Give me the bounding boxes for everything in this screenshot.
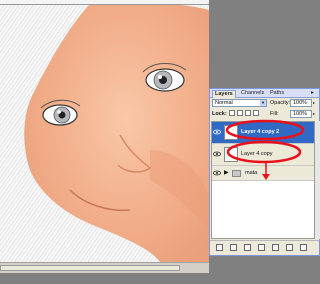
fx-icon[interactable] [230,244,237,251]
layers-list: Layer 4 copy 2 Layer 4 copy ▶ mata [211,121,315,239]
lock-label: Lock: [212,111,227,117]
layer-name: Layer 4 copy 2 [241,129,280,135]
tab-channels[interactable]: Channels [239,90,266,97]
blend-mode-value: Normal [215,100,233,106]
opacity-slider-icon[interactable]: ▸ [313,100,315,105]
panel-bottom-bar [210,240,319,255]
horizontal-scrollbar[interactable] [0,262,209,273]
fill-label: Fill: [270,111,279,117]
layer-group-mata[interactable]: ▶ mata [212,166,314,181]
panel-tabs: Layers Channels Paths ▸ [210,89,319,98]
fill-field[interactable]: 100% [290,110,312,118]
layer-row-layer-4-copy[interactable]: Layer 4 copy [212,144,314,166]
top-ruler [0,0,209,5]
mask-icon[interactable] [244,244,251,251]
scroll-thumb[interactable] [0,265,180,271]
layer-thumbnail [224,147,238,162]
lock-position-icon[interactable] [245,110,251,116]
tab-layers[interactable]: Layers [212,90,236,98]
blend-mode-select[interactable]: Normal ▼ [212,99,267,107]
link-icon[interactable] [216,244,223,251]
fill-slider-icon[interactable]: ▸ [313,111,315,116]
eye-icon[interactable] [213,128,221,136]
layers-panel: Layers Channels Paths ▸ Normal ▼ Opacity… [209,88,320,256]
expand-triangle-icon[interactable]: ▶ [224,169,229,176]
lock-transparency-icon[interactable] [229,110,235,116]
document-canvas[interactable] [0,0,209,262]
opacity-label: Opacity: [270,100,291,106]
new-layer-icon[interactable] [286,244,293,251]
adjustment-icon[interactable] [258,244,265,251]
chevron-down-icon: ▼ [260,100,266,106]
eye-icon[interactable] [213,169,221,177]
panel-menu-icon[interactable]: ▸ [311,90,317,96]
folder-icon[interactable] [272,244,279,251]
trash-icon[interactable] [300,244,307,251]
opacity-field[interactable]: 100% [290,99,312,107]
eye-icon[interactable] [213,150,221,158]
lock-all-icon[interactable] [253,110,259,116]
layer-row-layer-4-copy-2[interactable]: Layer 4 copy 2 [212,122,314,144]
layer-name: Layer 4 copy [241,151,273,157]
lock-pixels-icon[interactable] [237,110,243,116]
layers-scrollbar[interactable] [315,121,320,239]
tab-paths[interactable]: Paths [268,90,286,97]
lock-row: Lock: Fill: 100% ▸ [212,110,317,119]
layer-name: mata [245,170,258,176]
folder-icon [232,170,241,177]
blend-row: Normal ▼ Opacity: 100% ▸ [212,99,317,108]
layer-thumbnail [224,125,238,140]
